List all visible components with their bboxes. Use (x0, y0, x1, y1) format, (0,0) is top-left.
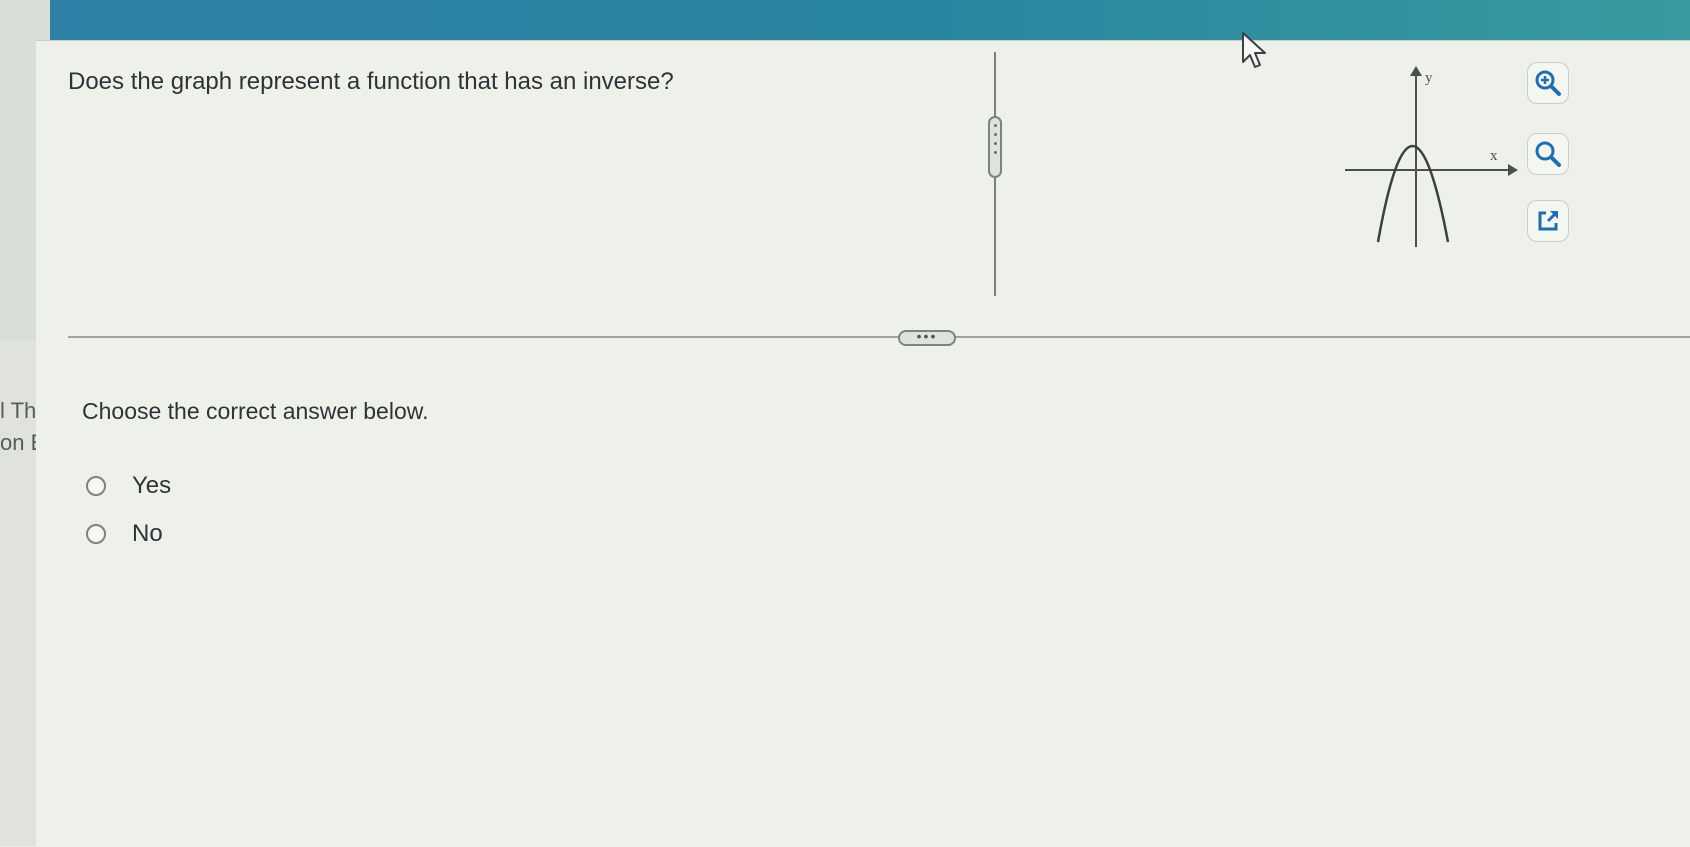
y-axis-arrow (1410, 66, 1422, 76)
parabola-graph: y x (1345, 66, 1518, 247)
question-text: Does the graph represent a function that… (68, 68, 674, 95)
radio-button-no[interactable] (86, 524, 106, 544)
x-axis-label: x (1490, 148, 1498, 164)
popout-button[interactable] (1527, 200, 1569, 242)
horizontal-splitter-handle[interactable]: ••• (898, 329, 956, 346)
answer-prompt: Choose the correct answer below. (82, 398, 429, 424)
zoom-out-icon (1535, 141, 1561, 167)
external-link-icon (1538, 211, 1558, 231)
y-axis-label: y (1425, 70, 1433, 86)
radio-button-yes[interactable] (86, 476, 106, 496)
zoom-out-button[interactable] (1527, 133, 1569, 175)
option-yes[interactable]: Yes (86, 472, 171, 500)
option-no-label: No (132, 520, 163, 547)
mouse-pointer-icon (1242, 32, 1266, 68)
vertical-splitter-handle[interactable] (988, 116, 1002, 178)
option-no[interactable]: No (86, 520, 163, 548)
parabola-curve (1376, 145, 1450, 243)
horizontal-splitter (68, 336, 1690, 338)
x-axis-arrow (1508, 164, 1518, 176)
zoom-in-icon (1535, 70, 1561, 96)
zoom-in-button[interactable] (1527, 62, 1569, 104)
option-yes-label: Yes (132, 472, 172, 499)
